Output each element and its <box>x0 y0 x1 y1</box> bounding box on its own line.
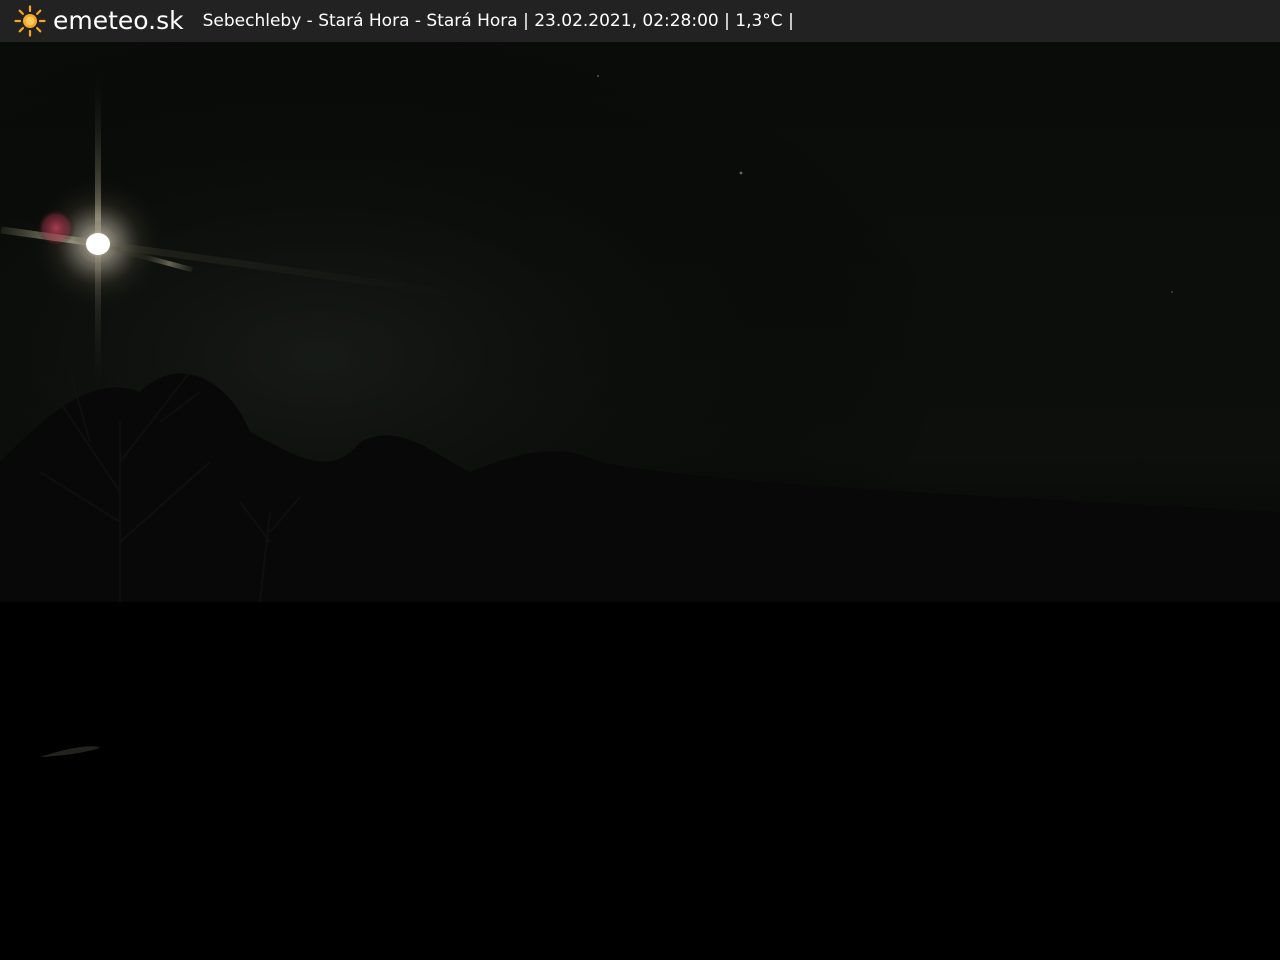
lens-flare <box>37 209 75 247</box>
emeteo-logo[interactable]: emeteo.sk <box>14 0 184 42</box>
sun-icon <box>14 5 46 37</box>
webcam-frame: emeteo.sk Sebechleby - Stará Hora - Star… <box>0 0 1280 960</box>
ground <box>0 602 1280 960</box>
header-bar: emeteo.sk Sebechleby - Stará Hora - Star… <box>0 0 1280 42</box>
night-scene <box>0 42 1280 960</box>
webcam-image <box>0 42 1280 960</box>
brand-name[interactable]: emeteo.sk <box>53 0 184 42</box>
webcam-caption: Sebechleby - Stará Hora - Stará Hora | 2… <box>202 11 794 31</box>
